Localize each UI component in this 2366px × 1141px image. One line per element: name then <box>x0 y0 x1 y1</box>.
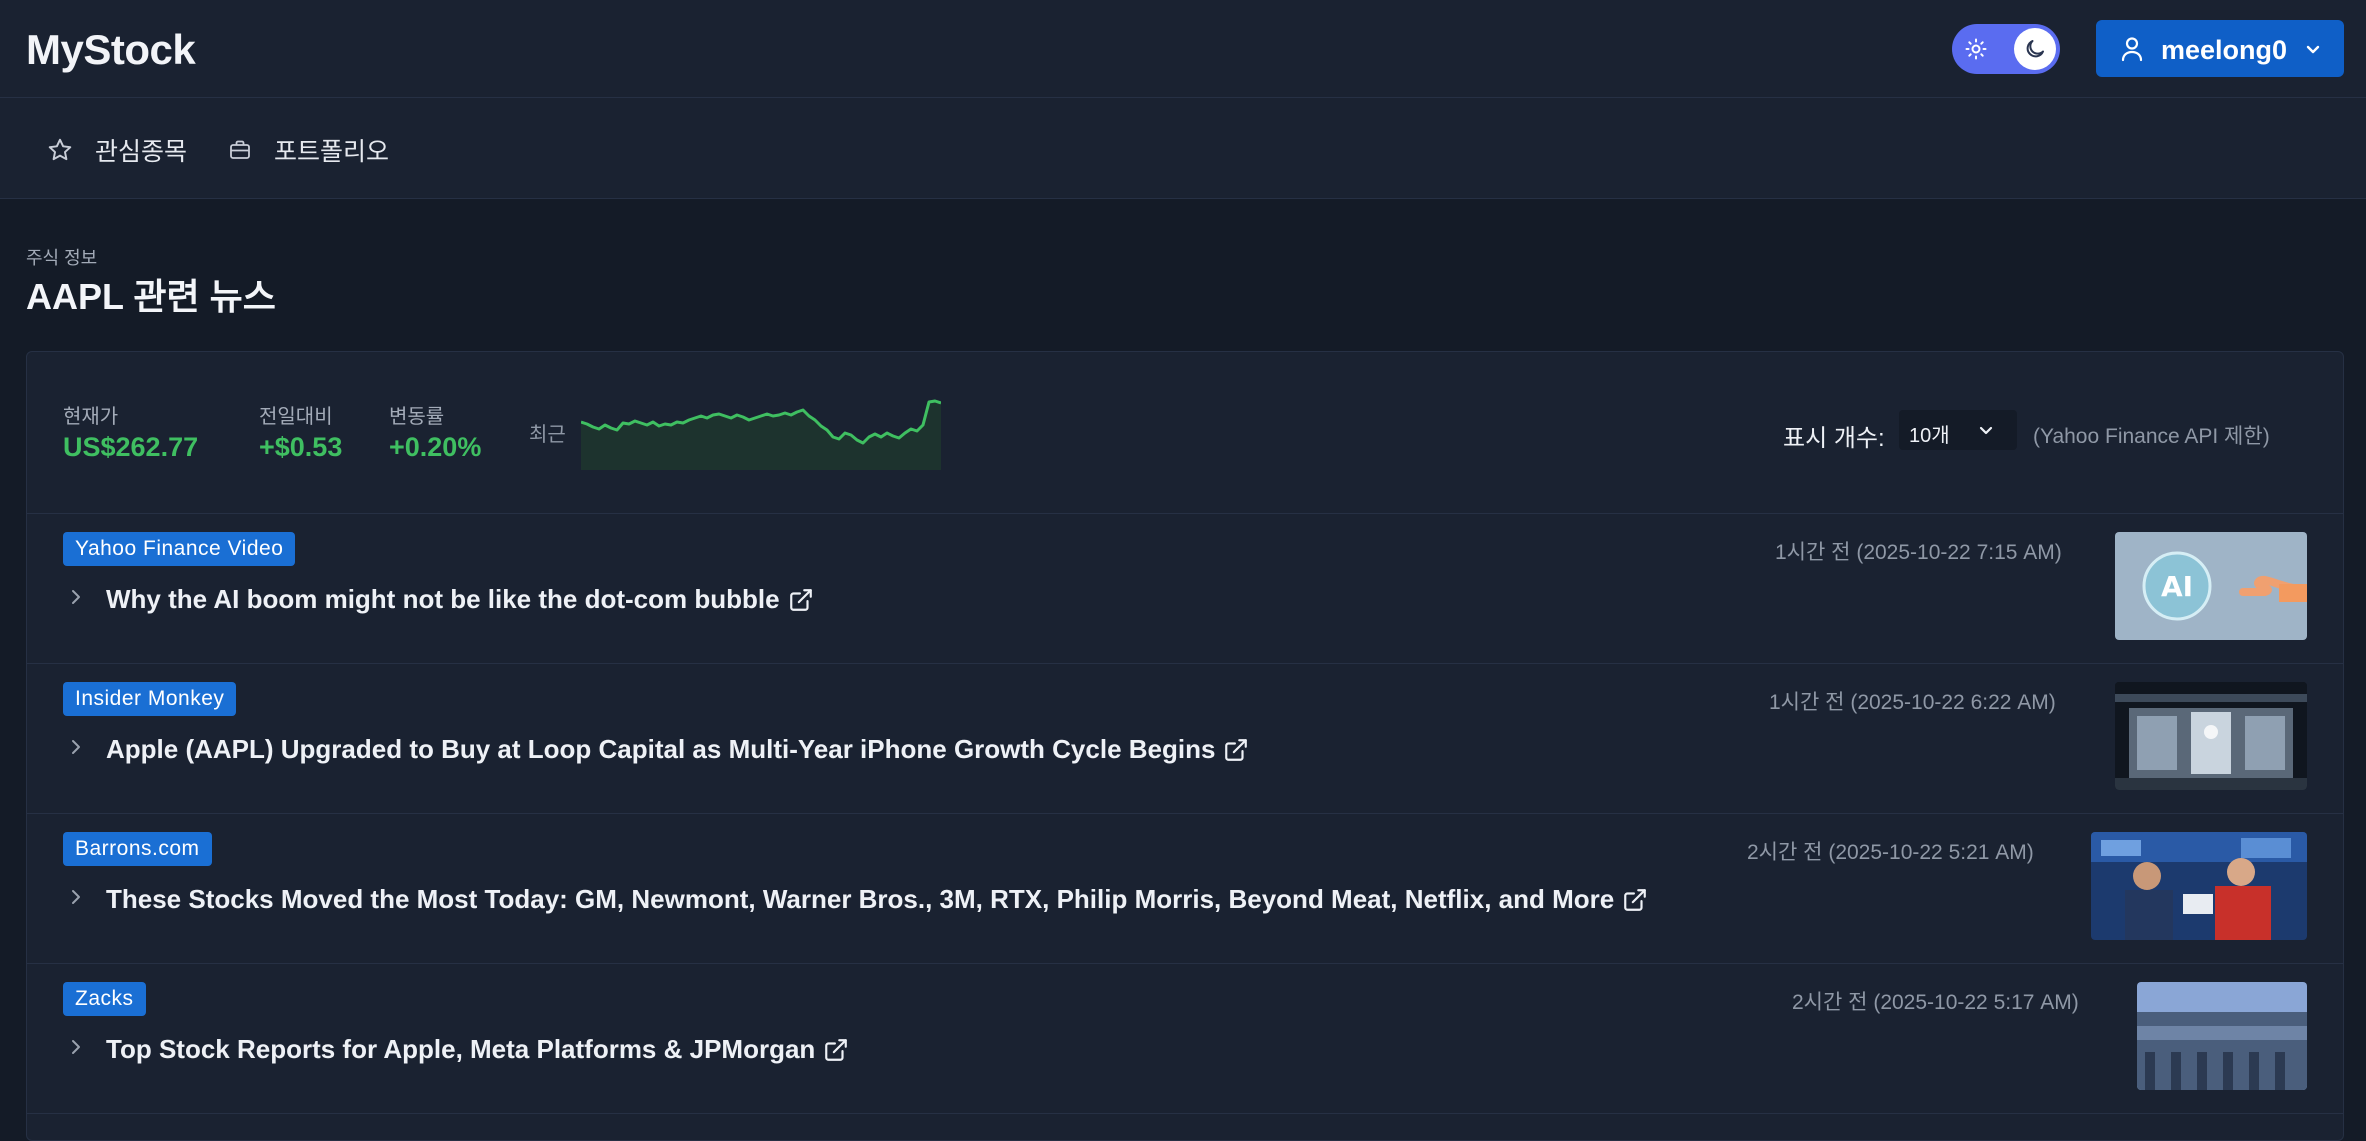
chevron-right-icon[interactable] <box>69 1038 83 1056</box>
news-time-ago: 1시간 전 <box>1775 541 1851 564</box>
briefcase-icon <box>230 140 250 159</box>
chevron-down-icon <box>2306 45 2320 54</box>
news-time: 1시간 전 (2025-10-22 6:22 AM) <box>1769 686 2056 716</box>
news-time-ago: 1시간 전 <box>1769 691 1845 714</box>
news-thumbnail[interactable] <box>2115 682 2307 790</box>
chevron-right-icon[interactable] <box>69 588 83 606</box>
source-badge: Barrons.com <box>63 832 212 866</box>
display-count-label: 표시 개수: <box>1783 425 1885 452</box>
main-nav: 관심종목 포트폴리오 <box>0 98 2366 199</box>
news-headline-link[interactable]: Why the AI boom might not be like the do… <box>106 584 814 615</box>
news-time-ago: 2시간 전 <box>1792 991 1868 1014</box>
news-time: 2시간 전 (2025-10-22 5:21 AM) <box>1747 836 2034 866</box>
news-time: 1시간 전 (2025-10-22 7:15 AM) <box>1775 536 2062 566</box>
news-headline-link[interactable]: Top Stock Reports for Apple, Meta Platfo… <box>106 1034 849 1065</box>
news-datetime: (2025-10-22 5:21 AM) <box>1828 841 2034 864</box>
news-datetime: (2025-10-22 6:22 AM) <box>1850 691 2056 714</box>
nav-item-label: 포트폴리오 <box>274 138 390 166</box>
display-count-value: 10개 <box>1909 425 1950 447</box>
news-item[interactable]: Yahoo Finance Video Why the AI boom migh… <box>27 514 2343 664</box>
rate-label: 변동률 <box>389 406 445 428</box>
ai-bubble-image: AI <box>2142 551 2307 621</box>
news-headline: Apple (AAPL) Upgraded to Buy at Loop Cap… <box>106 734 1216 764</box>
external-link-icon <box>789 588 812 611</box>
news-headline-link[interactable]: Apple (AAPL) Upgraded to Buy at Loop Cap… <box>106 734 1249 765</box>
user-menu-button[interactable]: meelong0 <box>2096 20 2344 77</box>
source-badge: Zacks <box>63 982 146 1016</box>
current-price-label: 현재가 <box>63 406 119 428</box>
source-badge: Insider Monkey <box>63 682 237 716</box>
nav-item-label: 관심종목 <box>95 138 188 166</box>
display-count-note: (Yahoo Finance API 제한) <box>2033 425 2270 448</box>
current-price-value: US$262.77 <box>63 432 199 462</box>
toggle-knob <box>2014 28 2056 70</box>
change-label: 전일대비 <box>259 406 333 428</box>
news-headline-link[interactable]: These Stocks Moved the Most Today: GM, N… <box>106 884 1648 915</box>
app-header: MyStock meelong0 <box>0 0 2366 98</box>
news-time-ago: 2시간 전 <box>1747 841 1823 864</box>
page-title: AAPL 관련 뉴스 <box>26 276 276 317</box>
rate-value: +0.20% <box>389 432 482 462</box>
change-value: +$0.53 <box>259 432 343 462</box>
news-time: 2시간 전 (2025-10-22 5:17 AM) <box>1792 986 2079 1016</box>
apple-store-image <box>2115 682 2307 790</box>
news-thumbnail[interactable] <box>2091 832 2307 940</box>
news-card: 현재가 US$262.77 전일대비 +$0.53 변동률 +0.20% 최근 … <box>26 351 2344 1141</box>
news-item[interactable]: Zacks Top Stock Reports for Apple, Meta … <box>27 964 2343 1114</box>
news-datetime: (2025-10-22 5:17 AM) <box>1873 991 2079 1014</box>
stock-stats: 현재가 US$262.77 전일대비 +$0.53 변동률 +0.20% 최근 … <box>27 352 2343 514</box>
trading-floor-image <box>2091 832 2307 940</box>
chevron-right-icon[interactable] <box>69 738 83 756</box>
display-count-select[interactable]: 10개 <box>1899 410 2017 450</box>
source-badge: Yahoo Finance Video <box>63 532 296 566</box>
news-thumbnail[interactable] <box>2137 982 2307 1090</box>
nav-item-portfolio[interactable]: 포트폴리오 <box>228 132 389 168</box>
user-name: meelong0 <box>2161 35 2288 65</box>
svg-text:AI: AI <box>2161 570 2193 603</box>
sun-icon <box>1965 38 1987 60</box>
news-thumbnail[interactable]: AI <box>2115 532 2307 640</box>
external-link-icon <box>825 1038 848 1061</box>
page-subtitle: 주식 정보 <box>26 248 98 268</box>
news-item[interactable]: Barrons.com These Stocks Moved the Most … <box>27 814 2343 964</box>
news-datetime: (2025-10-22 7:15 AM) <box>1856 541 2062 564</box>
moon-icon <box>2026 40 2044 58</box>
news-headline: Why the AI boom might not be like the do… <box>106 584 780 614</box>
nav-item-watchlist[interactable]: 관심종목 <box>47 132 187 168</box>
star-icon <box>48 138 72 161</box>
sparkline-label: 최근 <box>529 424 566 446</box>
external-link-icon <box>1225 738 1248 761</box>
external-link-icon <box>1624 888 1647 911</box>
theme-toggle[interactable] <box>1952 24 2060 74</box>
app-logo[interactable]: MyStock <box>26 26 196 74</box>
news-item[interactable]: Insider Monkey Apple (AAPL) Upgraded to … <box>27 664 2343 814</box>
jpmorgan-building-image <box>2137 982 2307 1090</box>
news-headline: These Stocks Moved the Most Today: GM, N… <box>106 884 1615 914</box>
chevron-down-icon <box>1979 426 1993 435</box>
price-sparkline <box>581 399 941 470</box>
news-headline: Top Stock Reports for Apple, Meta Platfo… <box>106 1034 816 1064</box>
chevron-right-icon[interactable] <box>69 888 83 906</box>
user-icon <box>2121 37 2143 62</box>
